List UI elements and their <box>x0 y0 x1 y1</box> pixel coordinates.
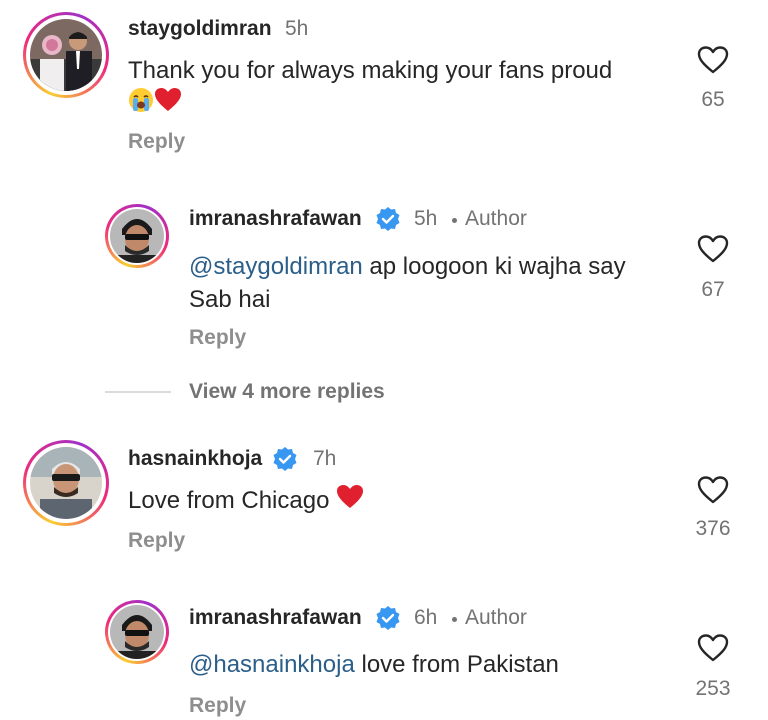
comment-text-body: Love from Chicago <box>128 487 330 514</box>
avatar-photo <box>30 19 102 91</box>
comment-staygoldimran: staygoldimran 5h Thank you for always ma… <box>0 0 768 170</box>
comment-username[interactable]: imranashrafawan <box>189 207 362 231</box>
heart-outline-icon[interactable] <box>697 633 729 663</box>
red-heart-emoji <box>154 87 182 122</box>
comment-text: @staygoldimran ap loogoon ki wajha say S… <box>189 250 639 316</box>
reply-button[interactable]: Reply <box>189 694 246 718</box>
view-more-replies-button[interactable]: View 4 more replies <box>189 380 385 404</box>
avatar[interactable] <box>105 600 169 664</box>
heart-outline-icon[interactable] <box>697 475 729 505</box>
avatar[interactable] <box>23 440 109 526</box>
loudly-crying-face-emoji <box>128 87 154 122</box>
author-label: Author <box>465 606 527 629</box>
mention-link[interactable]: @staygoldimran <box>189 253 363 280</box>
comment-imranashrafawan-1: imranashrafawan 5h Author @staygoldimran… <box>0 190 768 360</box>
avatar[interactable] <box>105 204 169 268</box>
reply-button[interactable]: Reply <box>128 130 185 154</box>
comment-username[interactable]: imranashrafawan <box>189 606 362 630</box>
author-label: Author <box>465 207 527 230</box>
reply-button[interactable]: Reply <box>189 326 246 350</box>
reply-button[interactable]: Reply <box>128 529 185 553</box>
like-count: 67 <box>701 278 725 301</box>
comment-time: 7h <box>313 447 337 470</box>
avatar[interactable] <box>23 12 109 98</box>
heart-outline-icon[interactable] <box>697 45 729 75</box>
view-replies-divider <box>105 391 171 393</box>
separator-dot <box>452 617 457 622</box>
comment-text: Love from Chicago <box>128 484 668 519</box>
comment-imranashrafawan-2: imranashrafawan 6h Author @hasnainkhoja … <box>0 590 768 720</box>
like-count: 376 <box>695 517 731 540</box>
verified-badge-icon <box>273 447 297 471</box>
heart-outline-icon[interactable] <box>697 234 729 264</box>
mention-link[interactable]: @hasnainkhoja <box>189 651 355 678</box>
comment-hasnainkhoja: hasnainkhoja 7h Love from Chicago Reply … <box>0 430 768 590</box>
separator-dot <box>452 218 457 223</box>
comment-text: Thank you for always making your fans pr… <box>128 54 668 122</box>
verified-badge-icon <box>376 606 400 630</box>
red-heart-emoji <box>336 484 364 519</box>
like-count: 253 <box>695 677 731 700</box>
comment-text-body: love from Pakistan <box>354 651 559 678</box>
comment-time: 5h <box>285 17 309 40</box>
comment-time: 6h <box>414 606 438 629</box>
comment-username[interactable]: hasnainkhoja <box>128 447 262 471</box>
comment-text: @hasnainkhoja love from Pakistan <box>189 648 669 681</box>
avatar-photo <box>110 209 164 263</box>
avatar-photo <box>110 605 164 659</box>
verified-badge-icon <box>376 207 400 231</box>
like-count: 65 <box>701 88 725 111</box>
avatar-photo <box>30 447 102 519</box>
comment-username[interactable]: staygoldimran <box>128 17 272 41</box>
comment-text-body: Thank you for always making your fans pr… <box>128 57 613 84</box>
comment-time: 5h <box>414 207 438 230</box>
